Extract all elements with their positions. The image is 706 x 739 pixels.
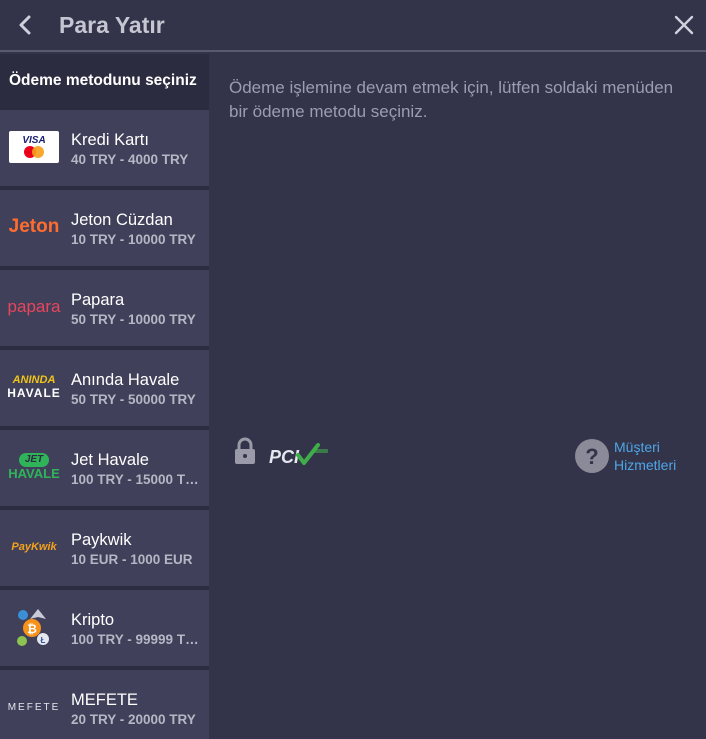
method-range: 100 TRY - 15000 TRY bbox=[71, 472, 201, 487]
page-title: Para Yatır bbox=[59, 12, 165, 38]
method-range: 100 TRY - 99999 TRY bbox=[71, 632, 201, 647]
payment-method-jeton[interactable]: Jeton Jeton Cüzdan 10 TRY - 10000 TRY bbox=[0, 190, 209, 266]
header: Para Yatır bbox=[0, 0, 706, 52]
chevron-left-icon bbox=[19, 15, 31, 35]
payment-method-kredi-karti[interactable]: VISA Kredi Kartı 40 TRY - 4000 TRY bbox=[0, 110, 209, 186]
method-range: 50 TRY - 10000 TRY bbox=[71, 312, 196, 327]
method-name: Papara bbox=[71, 291, 125, 309]
method-name: MEFETE bbox=[71, 691, 138, 709]
payment-method-aninda-havale[interactable]: ANINDA HAVALE Anında Havale 50 TRY - 500… bbox=[0, 350, 209, 426]
payment-method-jet-havale[interactable]: JET HAVALE Jet Havale 100 TRY - 15000 TR… bbox=[0, 430, 209, 506]
method-name: Jet Havale bbox=[71, 451, 149, 469]
method-name: Kripto bbox=[71, 611, 115, 629]
payment-method-sidebar: Ödeme metodunu seçiniz VISA Kredi Kartı … bbox=[0, 54, 209, 739]
select-method-message: Ödeme işlemine devam etmek için, lütfen … bbox=[229, 78, 674, 121]
payment-method-mefete[interactable]: MEFETE MEFETE 20 TRY - 20000 TRY bbox=[0, 670, 209, 739]
method-name: Paykwik bbox=[71, 531, 132, 549]
lock-icon bbox=[233, 436, 257, 466]
method-range: 20 TRY - 20000 TRY bbox=[71, 712, 196, 727]
papara-logo: papara bbox=[7, 297, 61, 316]
svg-text:?: ? bbox=[585, 444, 598, 469]
svg-text:₿: ₿ bbox=[27, 622, 37, 636]
paykwik-logo: PayKwik bbox=[11, 541, 57, 553]
question-icon: ? bbox=[575, 439, 609, 473]
method-name: Anında Havale bbox=[71, 371, 180, 389]
jet-havale-logo: JET HAVALE bbox=[8, 453, 60, 481]
customer-service-label[interactable]: Müşteri Hizmetleri bbox=[614, 438, 676, 474]
crypto-coins-logo: ₿ Ł bbox=[8, 609, 60, 646]
method-name: Jeton Cüzdan bbox=[71, 211, 173, 229]
sidebar-title: Ödeme metodunu seçiniz bbox=[9, 72, 197, 89]
close-icon bbox=[674, 15, 694, 35]
svg-text:VISA: VISA bbox=[22, 135, 45, 146]
svg-text:Ł: Ł bbox=[41, 636, 46, 645]
mefete-logo: MEFETE bbox=[7, 701, 61, 713]
close-button[interactable] bbox=[670, 11, 698, 39]
aninda-havale-logo: ANINDA HAVALE bbox=[7, 374, 61, 400]
svg-text:PCI: PCI bbox=[269, 447, 300, 467]
method-name: Kredi Kartı bbox=[71, 131, 149, 149]
payment-method-kripto[interactable]: ₿ Ł Kripto 100 TRY - 99999 TRY bbox=[0, 590, 209, 666]
jeton-logo: Jeton bbox=[8, 216, 60, 237]
payment-method-paykwik[interactable]: PayKwik Paykwik 10 EUR - 1000 EUR bbox=[0, 510, 209, 586]
method-range: 40 TRY - 4000 TRY bbox=[71, 152, 189, 167]
customer-service-link[interactable]: ? Müşteri Hizmetleri bbox=[575, 438, 700, 478]
method-range: 10 EUR - 1000 EUR bbox=[71, 552, 193, 567]
back-button[interactable] bbox=[10, 10, 40, 40]
method-range: 50 TRY - 50000 TRY bbox=[71, 392, 196, 407]
visa-mastercard-logo: VISA bbox=[8, 129, 60, 165]
payment-method-papara[interactable]: papara Papara 50 TRY - 10000 TRY bbox=[0, 270, 209, 346]
method-range: 10 TRY - 10000 TRY bbox=[71, 232, 196, 247]
pci-dss-logo: PCI bbox=[268, 441, 330, 469]
